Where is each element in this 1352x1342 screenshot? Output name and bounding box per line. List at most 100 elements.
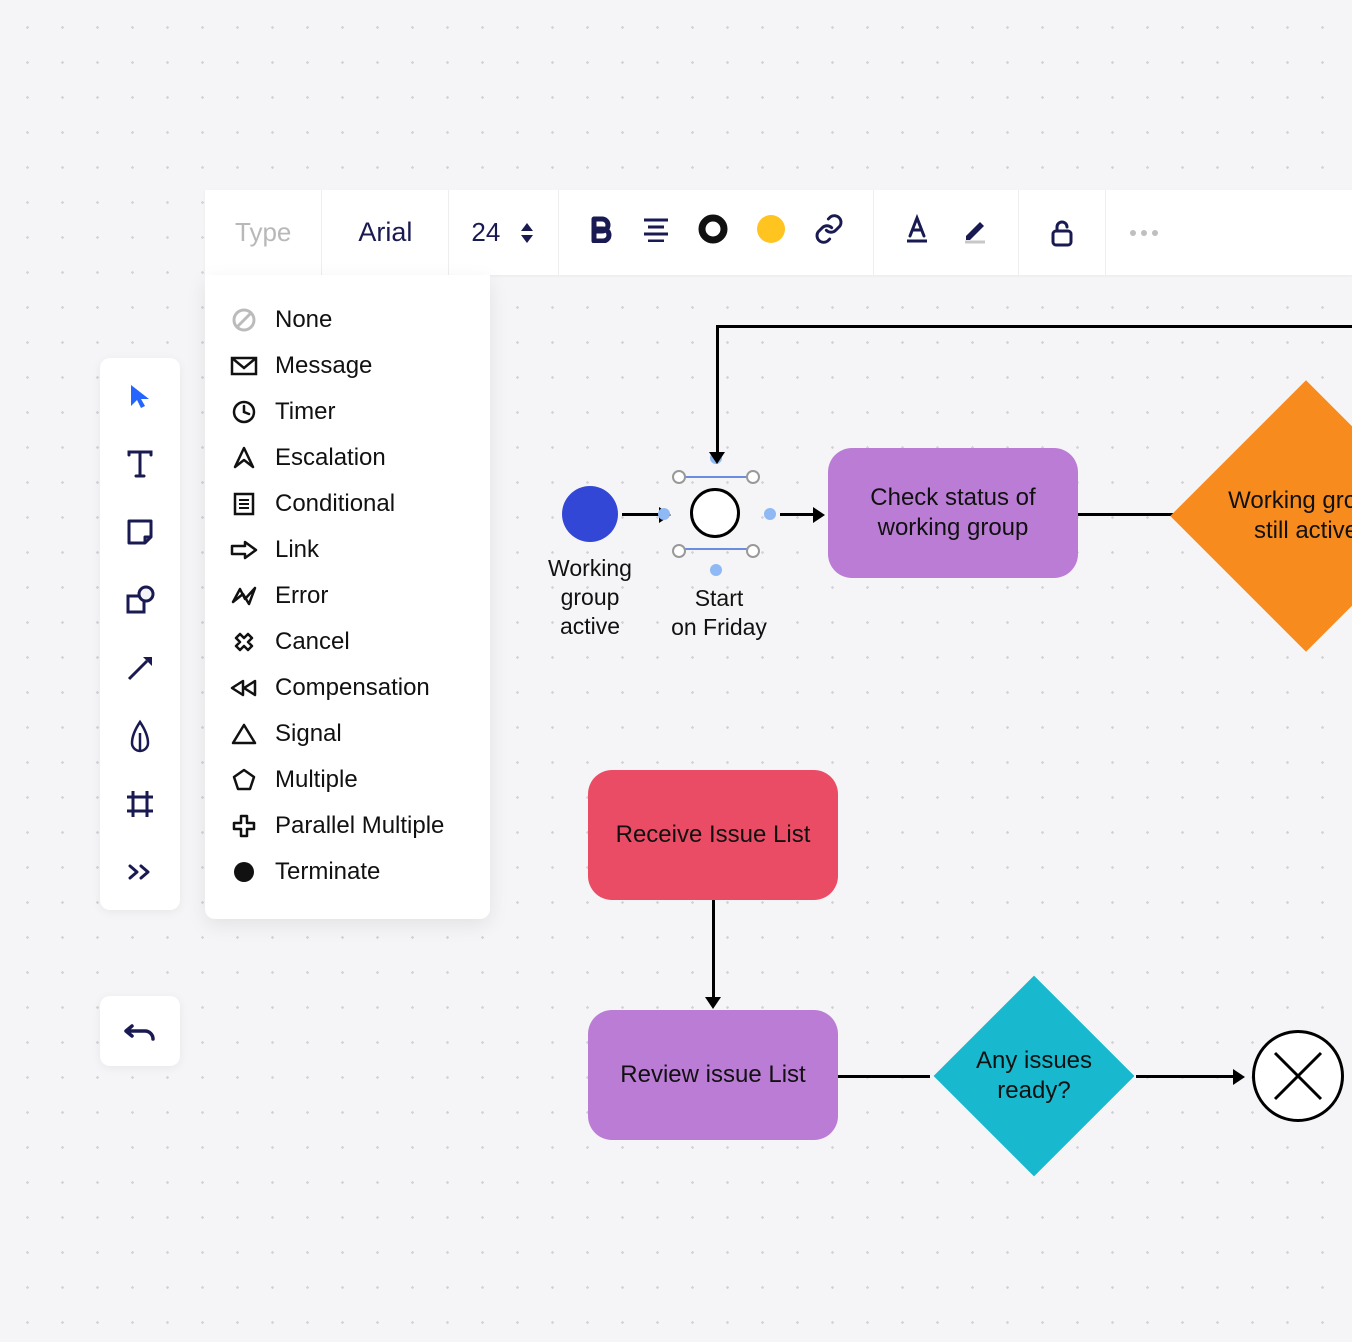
event-type-menu: None Message Timer Escalation Conditiona… <box>205 275 490 919</box>
conditional-icon <box>229 489 259 519</box>
timer-event-label: Start on Friday <box>654 584 784 642</box>
type-label: Type <box>235 217 291 248</box>
gateway-label: Any issues ready? <box>963 1046 1105 1106</box>
gateway-working-group-active[interactable]: Working group still active <box>1170 380 1352 652</box>
menu-item-none[interactable]: None <box>205 297 490 343</box>
resize-handle[interactable] <box>672 470 686 484</box>
menu-item-timer[interactable]: Timer <box>205 389 490 435</box>
menu-item-signal[interactable]: Signal <box>205 711 490 757</box>
menu-item-escalation[interactable]: Escalation <box>205 435 490 481</box>
task-review-issue[interactable]: Review issue List <box>588 1010 838 1140</box>
undo-button[interactable] <box>100 996 180 1066</box>
highlight-button[interactable] <box>960 214 990 251</box>
menu-item-label: Compensation <box>275 674 430 702</box>
connector <box>622 513 662 516</box>
text-style-group <box>874 190 1019 275</box>
task-label: Check status of working group <box>852 483 1054 543</box>
none-icon <box>229 305 259 335</box>
connection-port[interactable] <box>658 508 670 520</box>
menu-item-multiple[interactable]: Multiple <box>205 757 490 803</box>
resize-handle[interactable] <box>746 544 760 558</box>
select-tool[interactable] <box>120 376 160 416</box>
font-name: Arial <box>358 217 412 248</box>
parallel-multiple-icon <box>229 811 259 841</box>
stepper-arrows-icon[interactable] <box>518 221 536 245</box>
more-tools[interactable] <box>120 852 160 892</box>
menu-item-label: Multiple <box>275 766 358 794</box>
start-event[interactable] <box>562 486 618 542</box>
fill-color-button[interactable] <box>755 213 787 252</box>
gateway-any-issues[interactable]: Any issues ready? <box>934 976 1135 1177</box>
connector <box>712 900 715 1000</box>
menu-item-message[interactable]: Message <box>205 343 490 389</box>
connection-port[interactable] <box>710 564 722 576</box>
menu-item-compensation[interactable]: Compensation <box>205 665 490 711</box>
menu-item-conditional[interactable]: Conditional <box>205 481 490 527</box>
bold-button[interactable] <box>587 215 615 250</box>
task-label: Receive Issue List <box>616 820 811 850</box>
connector <box>838 1075 930 1078</box>
arrow-head-icon <box>709 452 725 473</box>
line-tool[interactable] <box>120 648 160 688</box>
connection-port[interactable] <box>764 508 776 520</box>
selection-box <box>678 476 752 550</box>
font-size-value: 24 <box>471 217 500 248</box>
font-size-stepper[interactable]: 24 <box>449 190 559 275</box>
shape-tool[interactable] <box>120 580 160 620</box>
gateway-label: Working group still active <box>1210 486 1352 546</box>
exclusive-gateway[interactable] <box>1252 1030 1344 1122</box>
format-group <box>559 190 874 275</box>
note-tool[interactable] <box>120 512 160 552</box>
resize-handle[interactable] <box>672 544 686 558</box>
connector <box>1136 1075 1236 1078</box>
link-arrow-icon <box>229 535 259 565</box>
menu-item-label: Escalation <box>275 444 386 472</box>
type-dropdown[interactable]: Type <box>205 190 322 275</box>
start-event-label: Working group active <box>530 554 650 640</box>
border-color-button[interactable] <box>697 213 729 252</box>
task-label: Review issue List <box>620 1060 805 1090</box>
font-family-dropdown[interactable]: Arial <box>322 190 449 275</box>
menu-item-label: Parallel Multiple <box>275 812 444 840</box>
menu-item-label: Signal <box>275 720 342 748</box>
terminate-icon <box>229 857 259 887</box>
pen-tool[interactable] <box>120 716 160 756</box>
menu-item-cancel[interactable]: Cancel <box>205 619 490 665</box>
format-toolbar: Type Arial 24 <box>205 190 1352 275</box>
text-tool[interactable] <box>120 444 160 484</box>
tools-toolbar <box>100 358 180 910</box>
menu-item-label: None <box>275 306 332 334</box>
timer-icon <box>229 397 259 427</box>
cancel-icon <box>229 627 259 657</box>
menu-item-terminate[interactable]: Terminate <box>205 849 490 895</box>
menu-item-label: Message <box>275 352 372 380</box>
message-icon <box>229 351 259 381</box>
link-button[interactable] <box>813 213 845 252</box>
menu-item-link[interactable]: Link <box>205 527 490 573</box>
lock-button[interactable] <box>1019 190 1106 275</box>
more-button[interactable] <box>1106 190 1182 275</box>
frame-tool[interactable] <box>120 784 160 824</box>
menu-item-label: Terminate <box>275 858 380 886</box>
menu-item-label: Error <box>275 582 328 610</box>
menu-item-label: Link <box>275 536 319 564</box>
menu-item-label: Conditional <box>275 490 395 518</box>
signal-icon <box>229 719 259 749</box>
compensation-icon <box>229 673 259 703</box>
menu-item-error[interactable]: Error <box>205 573 490 619</box>
task-check-status[interactable]: Check status of working group <box>828 448 1078 578</box>
align-button[interactable] <box>641 216 671 249</box>
resize-handle[interactable] <box>746 470 760 484</box>
menu-item-label: Cancel <box>275 628 350 656</box>
arrow-head-icon <box>813 507 829 528</box>
connector <box>716 325 719 455</box>
text-color-button[interactable] <box>902 214 932 251</box>
error-icon <box>229 581 259 611</box>
menu-item-label: Timer <box>275 398 335 426</box>
multiple-icon <box>229 765 259 795</box>
connector <box>780 513 816 516</box>
task-receive-issue[interactable]: Receive Issue List <box>588 770 838 900</box>
escalation-icon <box>229 443 259 473</box>
connector <box>716 325 1352 328</box>
menu-item-parallel-multiple[interactable]: Parallel Multiple <box>205 803 490 849</box>
